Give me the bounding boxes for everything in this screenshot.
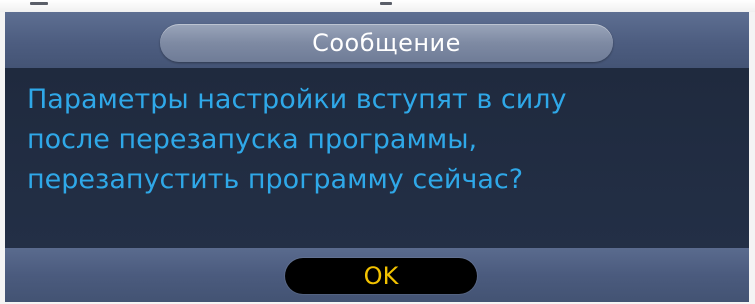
background-artifact [30,2,48,5]
background-artifact [380,2,392,5]
dialog-message-area: Параметры настройки вступят в силу после… [5,68,749,248]
dialog-button-bar: OK [5,248,749,302]
dialog-title-bar: Сообщение [5,12,749,68]
ok-button[interactable]: OK [285,258,477,294]
dialog-message: Параметры настройки вступят в силу после… [27,84,567,195]
dialog-title: Сообщение [312,29,461,57]
dialog-title-pill: Сообщение [160,24,613,62]
message-dialog: Сообщение Параметры настройки вступят в … [5,12,749,302]
background-strip [0,0,755,12]
